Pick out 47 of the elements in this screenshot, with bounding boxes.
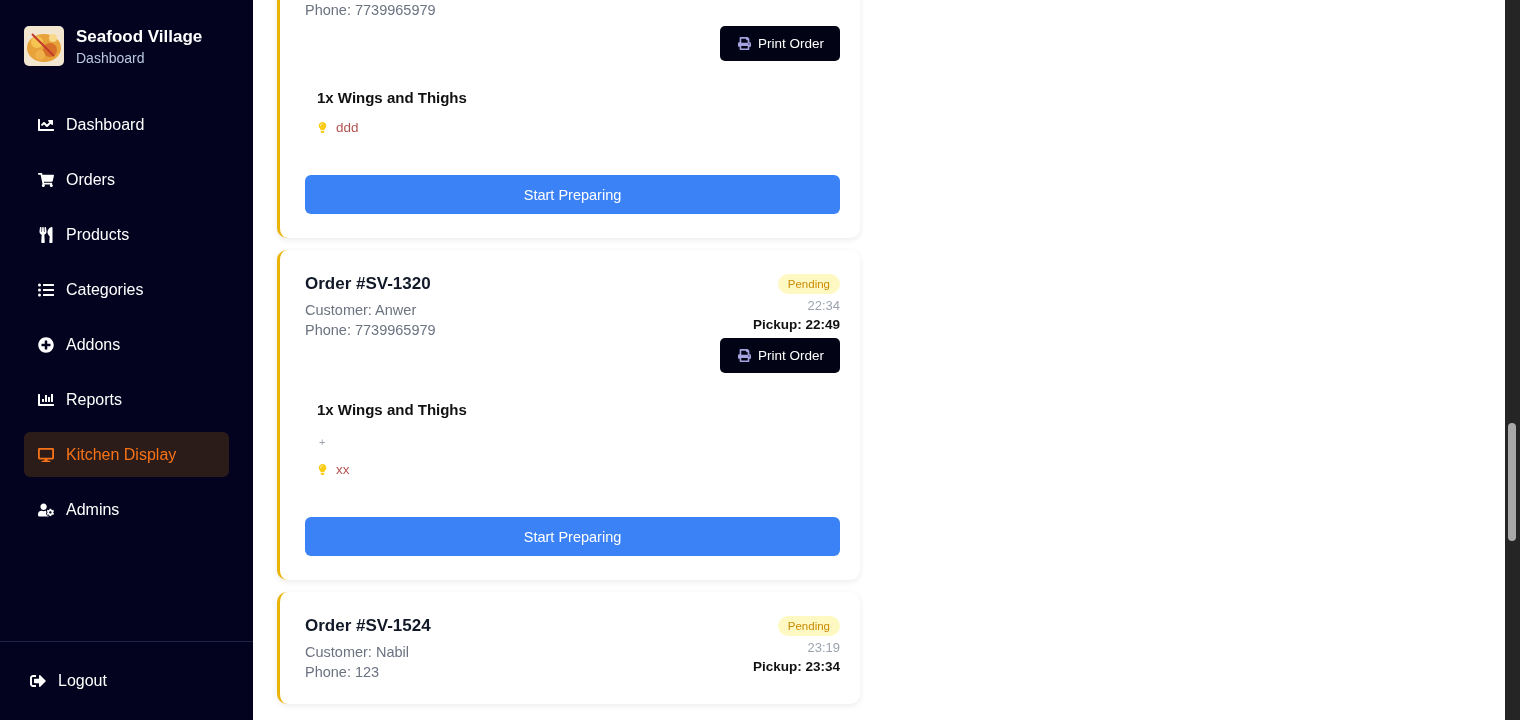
order-number: Order #SV-1320: [305, 274, 431, 294]
chart-line-icon: [38, 116, 54, 133]
nav-item[interactable]: Products: [24, 212, 229, 257]
status-badge: Pending: [777, 616, 840, 636]
pickup-time: Pickup: 22:49: [752, 317, 840, 332]
cart-icon: [38, 171, 54, 188]
start-preparing-button[interactable]: Start Preparing: [305, 517, 840, 556]
user-gear-icon: [38, 501, 54, 518]
monitor-icon: [38, 446, 54, 463]
scrollbar-thumb[interactable]: [1508, 423, 1516, 541]
print-order-button[interactable]: Print Order: [719, 338, 840, 373]
logout-link[interactable]: Logout: [30, 672, 223, 690]
nav-item[interactable]: Addons: [24, 322, 229, 367]
brand-title: Seafood Village: [76, 26, 203, 47]
nav-item[interactable]: Kitchen Display: [24, 432, 229, 477]
phone-number: Phone: 7739965979: [305, 322, 436, 338]
nav-item[interactable]: Orders: [24, 157, 229, 202]
printer-icon: [737, 349, 751, 362]
pickup-time: Pickup: 23:34: [752, 659, 840, 674]
phone-number: Phone: 123: [305, 664, 380, 680]
addon-text: +: [318, 435, 327, 448]
print-order-button[interactable]: Print Order: [719, 26, 840, 61]
logout-icon: [30, 673, 46, 689]
lightbulb-icon: [317, 464, 328, 475]
nav-item[interactable]: Admins: [24, 487, 229, 532]
printer-icon: [737, 37, 751, 50]
nav-item[interactable]: Reports: [24, 377, 229, 422]
scrollbar[interactable]: [1505, 0, 1520, 720]
lightbulb-icon: [317, 122, 328, 133]
order-time: 23:19: [807, 640, 840, 655]
bar-chart-icon: [38, 391, 54, 408]
phone-number: Phone: 7739965979: [305, 2, 436, 18]
order-time: 22:34: [807, 298, 840, 313]
item-name: 1x Wings and Thighs: [317, 401, 468, 418]
nav-item[interactable]: Categories: [24, 267, 229, 312]
item-name: 1x Wings and Thighs: [317, 89, 468, 106]
status-badge: Pending: [777, 274, 840, 294]
list-icon: [38, 281, 54, 298]
item-note: xx: [336, 462, 350, 477]
nav-item[interactable]: Dashboard: [24, 102, 229, 147]
customer-name: Customer: Anwer: [305, 302, 417, 318]
utensils-icon: [38, 226, 54, 243]
brand-subtitle: Dashboard: [76, 49, 146, 66]
order-number: Order #SV-1524: [305, 616, 431, 636]
item-note: ddd: [336, 120, 359, 135]
start-preparing-button[interactable]: Start Preparing: [305, 175, 840, 214]
customer-name: Customer: Nabil: [305, 644, 409, 660]
